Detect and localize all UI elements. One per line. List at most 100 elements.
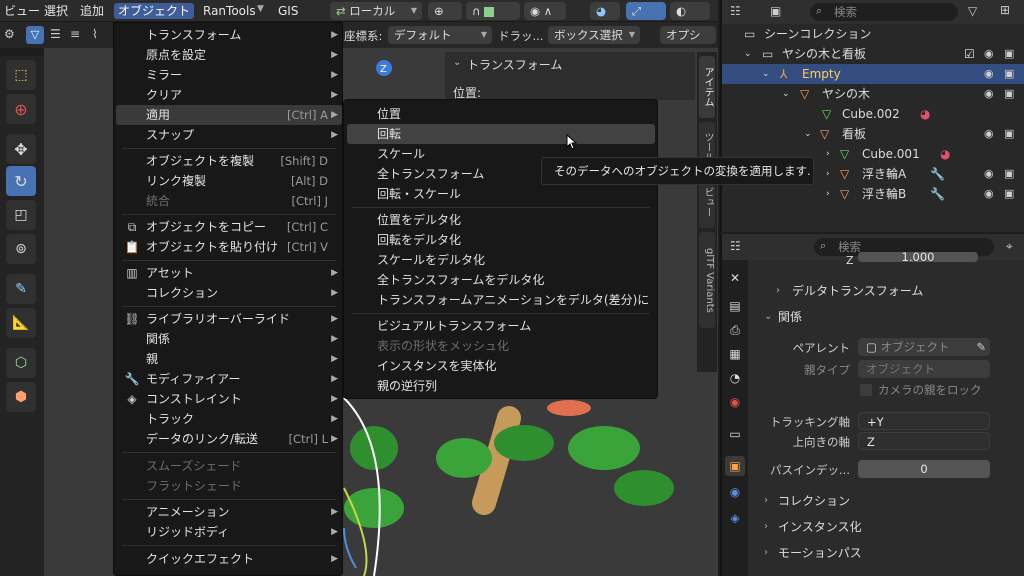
eye-icon[interactable]: ◉ (984, 124, 994, 144)
camera-icon[interactable]: ▣ (1004, 164, 1014, 184)
instancing-section[interactable]: › インスタンス化 (756, 516, 1020, 538)
apply-animated-transforms-to-deltas[interactable]: トランスフォームアニメーションをデルタ(差分)に (347, 290, 655, 310)
filter-icon[interactable]: ▽ (26, 26, 44, 44)
new-collection-icon[interactable]: ⊞ (1000, 3, 1010, 17)
menu-item-modifiers[interactable]: 🔧 モディファイアー ▶ (116, 369, 342, 389)
menu-item-shade-flat[interactable]: フラットシェード (116, 476, 342, 496)
apply-rotation[interactable]: 回転 (347, 124, 655, 144)
tab-item[interactable]: アイテム (699, 56, 715, 118)
editor-type-icon[interactable]: ☷ (730, 239, 741, 253)
menu-item-transform[interactable]: トランスフォーム ▶ (116, 25, 342, 45)
eye-icon[interactable]: ◉ (984, 84, 994, 104)
apply-rotation-to-deltas[interactable]: 回転をデルタ化 (347, 230, 655, 250)
eye-icon[interactable]: ◉ (984, 44, 994, 64)
render-tab[interactable]: ▤ (725, 296, 745, 316)
list-item[interactable]: ⌄ ▽ ヤシの木 ◉ ▣ (722, 84, 1024, 104)
parent-field[interactable]: ▢ オブジェクト ✎ (858, 338, 990, 356)
chevron-right-icon[interactable]: › (826, 164, 830, 184)
camera-icon[interactable]: ▣ (1004, 64, 1014, 84)
camera-icon[interactable]: ▣ (1004, 184, 1014, 204)
add-object-tool[interactable]: ⬢ (6, 382, 36, 412)
checkbox-icon[interactable]: ☑ (964, 44, 975, 64)
menu-object[interactable]: オブジェクト (114, 3, 195, 19)
apply-all-to-deltas[interactable]: 全トランスフォームをデルタ化 (347, 270, 655, 290)
menu-item-duplicate[interactable]: オブジェクトを複製 [Shift] D (116, 151, 342, 171)
chevron-down-icon[interactable]: ⌄ (744, 44, 752, 64)
visibility-dropdown[interactable]: ◕ (590, 2, 620, 20)
chevron-down-icon[interactable]: ⌄ (762, 64, 770, 84)
chevron-down-icon[interactable]: ⌄ (453, 57, 461, 68)
list-item[interactable]: ▭ シーンコレクション (722, 24, 1024, 44)
gear-icon[interactable]: ⚙ (4, 27, 15, 41)
menu-view[interactable]: ビュー (0, 3, 44, 19)
motion-paths-section[interactable]: › モーションパス (756, 542, 1020, 564)
parent-type-field[interactable]: オブジェクト (858, 360, 990, 378)
menu-item-apply[interactable]: 適用 [Ctrl] A ▶ (116, 105, 342, 125)
menu-item-copy-objects[interactable]: ⧉ オブジェクトをコピー [Ctrl] C (116, 217, 342, 237)
list-item[interactable]: ▽ Cube.002 ◕ (722, 104, 1024, 124)
menu-item-join[interactable]: 統合 [Ctrl] J (116, 191, 342, 211)
options-dropdown[interactable]: オプショ... (660, 26, 716, 60)
proportional-edit[interactable]: ◉ ∧ (524, 2, 566, 20)
chevron-right-icon[interactable]: › (826, 144, 830, 164)
list-item[interactable]: ⌄ ▭ ヤシの木と看板 ☑ ◉ ▣ (722, 44, 1024, 64)
physics-tab[interactable]: ◉ (725, 482, 745, 502)
relations-section[interactable]: ⌄ 関係 (756, 306, 1020, 328)
menu-item-rigid-body[interactable]: リジッドボディ ▶ (116, 522, 342, 542)
menu-item-collection[interactable]: コレクション ▶ (116, 283, 342, 303)
camera-icon[interactable]: ▣ (1004, 84, 1014, 104)
menu-add[interactable]: 追加 (76, 3, 108, 19)
view-layer-tab[interactable]: ▦ (725, 344, 745, 364)
select-box-tool[interactable]: ⬚ (6, 60, 36, 90)
menu-item-snap[interactable]: スナップ ▶ (116, 125, 342, 145)
outliner-search-input[interactable]: ⌕ 検索 (810, 3, 958, 21)
eye-icon[interactable]: ◉ (984, 64, 994, 84)
image-icon[interactable]: ▣ (770, 4, 781, 18)
gizmo-toggle[interactable]: ⤢ (626, 2, 666, 20)
z-field[interactable]: 1.000 (858, 252, 978, 262)
apply-location[interactable]: 位置 (347, 104, 655, 124)
menu-item-shade-smooth[interactable]: スムーズシェード (116, 456, 342, 476)
scale-tool[interactable]: ◰ (6, 200, 36, 230)
menu-item-clear[interactable]: クリア ▶ (116, 85, 342, 105)
apply-rotation-scale[interactable]: 回転・スケール (347, 184, 655, 204)
apply-make-instances-real[interactable]: インスタンスを実体化 (347, 356, 655, 376)
menu-item-asset[interactable]: ▥ アセット ▶ (116, 263, 342, 283)
menu-gis[interactable]: GIS (274, 3, 302, 19)
menu-item-mirror[interactable]: ミラー ▶ (116, 65, 342, 85)
menu-item-track[interactable]: トラック ▶ (116, 409, 342, 429)
pin-icon[interactable]: ⌖ (1006, 239, 1013, 254)
scene-tab[interactable]: ◔ (725, 368, 745, 388)
apply-visual-transform[interactable]: ビジュアルトランスフォーム (347, 316, 655, 336)
eyedropper-icon[interactable]: ✎ (976, 338, 986, 356)
chevron-down-icon[interactable]: ⌄ (782, 84, 790, 104)
cursor-tool[interactable]: ⊕ (6, 94, 36, 124)
display-mode-icon[interactable]: ☷ (730, 4, 741, 18)
apply-visual-geometry-to-mesh[interactable]: 表示の形状をメッシュ化 (347, 336, 655, 356)
delta-transform-section[interactable]: › デルタトランスフォーム (756, 280, 1020, 302)
menu-rantools[interactable]: RanTools (199, 3, 260, 19)
world-tab[interactable]: ◉ (725, 392, 745, 412)
transform-tool[interactable]: ⊚ (6, 234, 36, 264)
up-axis-dropdown[interactable]: Z (858, 432, 990, 450)
camera-icon[interactable]: ▣ (1004, 124, 1014, 144)
menu-item-animation[interactable]: アニメーション ▶ (116, 502, 342, 522)
eye-icon[interactable]: ◉ (984, 164, 994, 184)
output-tab[interactable]: ⎙ (725, 320, 745, 340)
list-item[interactable]: ⌄ ⅄ Empty ◉ ▣ (722, 64, 1024, 84)
collapse-icon[interactable]: ≡ (70, 27, 80, 41)
overlay-toggle[interactable]: ◐ (670, 2, 710, 20)
menu-item-relations[interactable]: 関係 ▶ (116, 329, 342, 349)
add-cube-tool[interactable]: ⬡ (6, 348, 36, 378)
chevron-right-icon[interactable]: › (826, 184, 830, 204)
menu-select[interactable]: 選択 (40, 3, 72, 19)
constraint-tab[interactable]: ◈ (725, 508, 745, 528)
coord-dropdown[interactable]: デフォルト ▼ (388, 26, 492, 44)
menu-item-set-origin[interactable]: 原点を設定 ▶ (116, 45, 342, 65)
apply-location-to-deltas[interactable]: 位置をデルタ化 (347, 210, 655, 230)
menu-item-paste-objects[interactable]: 📋 オブジェクトを貼り付け [Ctrl] V (116, 237, 342, 257)
menu-item-parent[interactable]: 親 ▶ (116, 349, 342, 369)
filter-icon[interactable]: ▽ (968, 4, 977, 18)
pivot-dropdown[interactable]: ⊕ (428, 2, 462, 20)
camera-icon[interactable]: ▣ (1004, 44, 1014, 64)
